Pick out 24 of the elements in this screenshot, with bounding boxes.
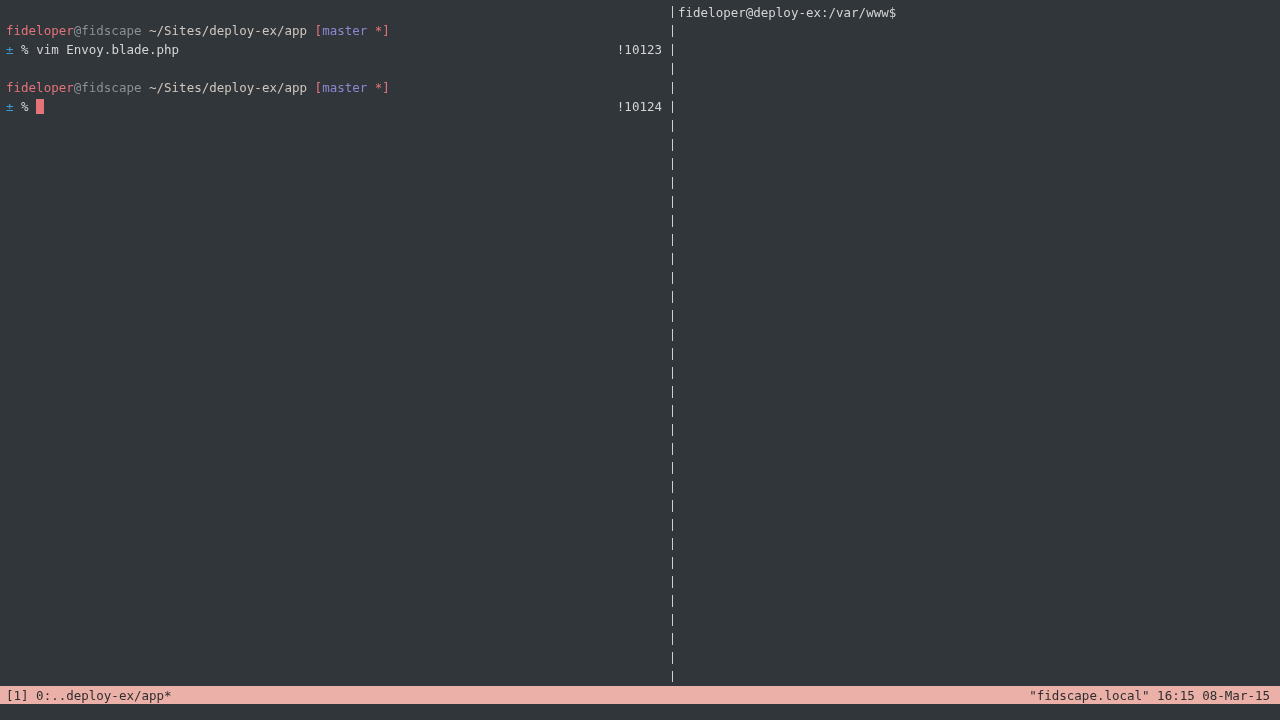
prompt-user: fideloper (6, 79, 74, 97)
prompt-marker: ± (6, 98, 14, 116)
prompt-user: fideloper (6, 22, 74, 40)
prompt-at: @ (73, 79, 82, 97)
window-list[interactable]: [1] 0:..deploy-ex/app* (6, 687, 172, 703)
prompt-host: fidscape (81, 22, 142, 40)
prompt-marker: ± (6, 41, 14, 59)
prompt-bracket: [ (314, 79, 323, 97)
prompt-bracket: *] (374, 22, 390, 40)
history-number: !10124 (616, 98, 662, 116)
prompt-branch: master (322, 22, 368, 40)
history-number: !10123 (616, 41, 662, 59)
prompt-bracket: [ (314, 22, 323, 40)
prompt-at: @ (73, 22, 82, 40)
prompt-sign: % (21, 98, 29, 116)
prompt-host: fidscape (81, 79, 142, 97)
prompt-bracket: *] (374, 79, 390, 97)
prompt-path: ~/Sites/deploy-ex/app (149, 22, 308, 40)
prompt-branch: master (322, 79, 368, 97)
prompt-sign: % (21, 41, 29, 59)
prompt-path: ~/Sites/deploy-ex/app (149, 79, 308, 97)
shell-prompt: fideloper@deploy-ex:/var/www$ (678, 4, 897, 22)
host-clock: "fidscape.local" 16:15 08-Mar-15 (1029, 687, 1270, 703)
command-text: vim Envoy.blade.php (36, 41, 180, 59)
